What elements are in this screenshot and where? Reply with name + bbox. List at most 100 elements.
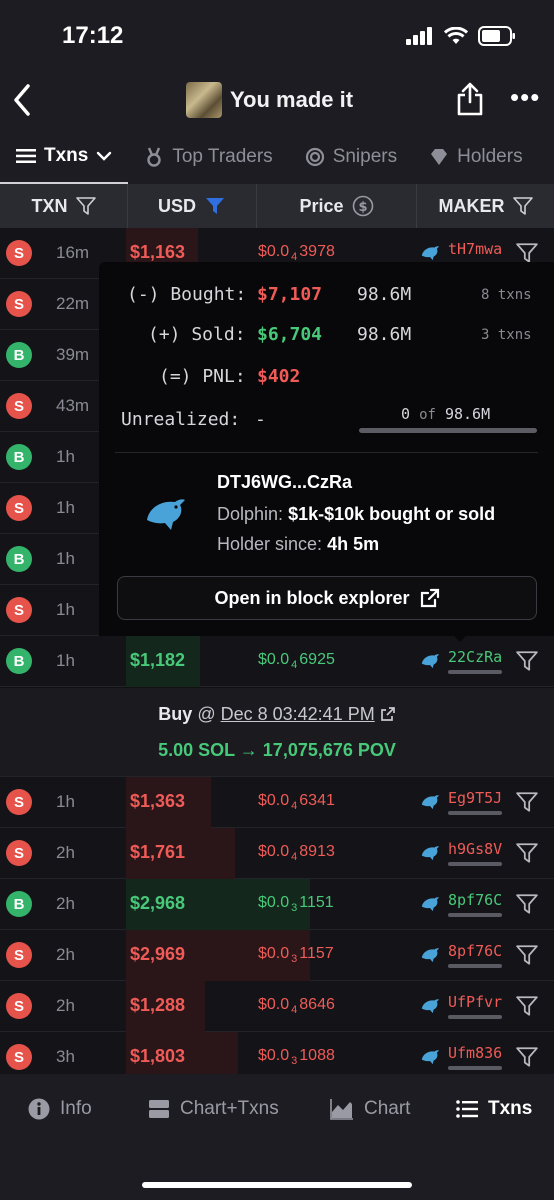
txn-detail-amount: 5.00 SOL → 17,075,676 POV: [158, 740, 396, 760]
share-icon[interactable]: [456, 82, 484, 116]
txn-maker[interactable]: Eg9T5J: [448, 789, 502, 807]
bottom-tab-chart-txns[interactable]: Chart+Txns: [148, 1098, 279, 1120]
txn-maker[interactable]: 8pf76C: [448, 942, 502, 960]
tab-top-traders[interactable]: Top Traders: [128, 130, 288, 184]
col-usd[interactable]: USD: [128, 184, 257, 228]
txn-usd: $1,163: [130, 242, 186, 262]
pop-tier-label: Dolphin:: [217, 504, 284, 524]
txn-usd: $2,969: [130, 944, 186, 964]
txn-row[interactable]: S 2h $1,761 $0.0 4 8913 h9Gs8V: [0, 828, 554, 879]
txn-age: 43m: [56, 396, 90, 415]
dolphin-icon: [421, 654, 440, 669]
maker-balance-bar: [448, 670, 502, 674]
txn-row[interactable]: S 1h $1,363 $0.0 4 6341 Eg9T5J: [0, 777, 554, 828]
filter-active-icon[interactable]: [204, 196, 226, 216]
bottom-tab-chart[interactable]: Chart: [330, 1098, 410, 1120]
price-prefix: $0.0: [258, 996, 290, 1013]
txn-maker[interactable]: tH7mwa: [448, 240, 502, 258]
svg-text:$: $: [358, 200, 367, 215]
price-digits: 1157: [299, 945, 334, 962]
txn-row[interactable]: S 2h $1,288 $0.0 4 8646 UfPfvr: [0, 981, 554, 1032]
dolphin-icon: [421, 948, 440, 963]
maker-popover: (-) Bought: $7,107 98.6M 8 txns (+) Sold…: [99, 262, 554, 636]
price-digits: 6925: [299, 651, 335, 668]
filter-icon[interactable]: [516, 893, 538, 915]
txn-age: 1h: [56, 549, 75, 568]
status-bar: 17:12: [0, 0, 554, 70]
pop-tier: Dolphin: $1k-$10k bought or sold: [217, 504, 495, 525]
txn-detail-line: Buy @ Dec 8 03:42:41 PM: [0, 704, 554, 725]
filter-icon[interactable]: [516, 242, 538, 264]
txn-row[interactable]: B 1h $1,182 $0.0 4 6925 22CzRa: [0, 636, 554, 687]
maker-balance-bar: [448, 964, 502, 968]
txn-list-more: S 1h $1,363 $0.0 4 6341 Eg9T5J S 2h $1,761 $0.0 4 89…: [0, 777, 554, 1083]
txn-usd: $2,968: [130, 893, 186, 913]
txn-maker[interactable]: UfPfvr: [448, 993, 502, 1011]
col-maker-label: MAKER: [438, 195, 505, 216]
filter-icon[interactable]: [516, 650, 538, 672]
more-options-icon[interactable]: •••: [510, 84, 540, 110]
pop-sold-usd: $6,704: [257, 324, 323, 345]
open-block-explorer-button[interactable]: Open in block explorer: [117, 576, 537, 620]
txn-type-badge: S: [6, 1044, 32, 1070]
txn-age: 1h: [56, 447, 75, 466]
info-icon: [28, 1098, 50, 1120]
tab-holders[interactable]: Holders: [413, 130, 538, 184]
txn-price: $0.0 4 8646: [258, 996, 335, 1016]
pop-unrealized-held: 0 of 98.6M: [401, 405, 490, 423]
status-icons: [406, 26, 516, 46]
tab-txns[interactable]: Txns: [0, 130, 129, 184]
price-zero-count: 3: [291, 1055, 298, 1067]
txn-maker[interactable]: 8pf76C: [448, 891, 502, 909]
txn-type-badge: S: [6, 993, 32, 1019]
col-price[interactable]: Price $: [257, 184, 417, 228]
txn-age: 2h: [56, 843, 75, 862]
txn-type-badge: S: [6, 942, 32, 968]
txn-age: 1h: [56, 600, 75, 619]
txn-row[interactable]: S 2h $2,969 $0.0 3 1157 8pf76C: [0, 930, 554, 981]
txn-type-badge: S: [6, 291, 32, 317]
filter-icon[interactable]: [75, 196, 96, 216]
filter-icon[interactable]: [516, 995, 538, 1017]
price-prefix: $0.0: [258, 792, 290, 809]
dolphin-icon: [421, 246, 440, 261]
home-indicator: [142, 1182, 412, 1188]
tab-snipers-label: Snipers: [332, 146, 398, 167]
filter-icon[interactable]: [516, 944, 538, 966]
txn-age: 1h: [56, 498, 75, 517]
pop-pnl-usd: $402: [257, 366, 301, 387]
dollar-circle-icon[interactable]: $: [352, 195, 374, 217]
price-digits: 6341: [299, 792, 335, 809]
txn-row[interactable]: B 2h $2,968 $0.0 3 1151 8pf76C: [0, 879, 554, 930]
txn-type-badge: B: [6, 546, 32, 572]
col-maker[interactable]: MAKER: [417, 184, 554, 228]
external-link-icon[interactable]: [380, 706, 396, 722]
pop-sold-txns: 3 txns: [481, 327, 532, 343]
pop-holder-value: 4h 5m: [327, 534, 380, 554]
pop-unrealized-label: Unrealized:: [121, 409, 241, 430]
txn-price: $0.0 4 6925: [258, 651, 335, 671]
bottom-tab-chart-txns-label: Chart+Txns: [180, 1098, 279, 1119]
price-prefix: $0.0: [258, 945, 290, 962]
txn-age: 2h: [56, 894, 75, 913]
filter-icon[interactable]: [512, 196, 533, 216]
back-chevron-icon[interactable]: [10, 82, 34, 118]
txn-maker[interactable]: h9Gs8V: [448, 840, 502, 858]
txn-maker[interactable]: 22CzRa: [448, 648, 502, 666]
bottom-tab-txns[interactable]: Txns: [456, 1098, 532, 1120]
col-price-label: Price: [299, 195, 344, 216]
price-digits: 1088: [299, 1047, 335, 1064]
tab-snipers[interactable]: Snipers: [289, 130, 413, 184]
txn-type-badge: B: [6, 444, 32, 470]
col-txn[interactable]: TXN: [0, 184, 128, 228]
filter-icon[interactable]: [516, 842, 538, 864]
dolphin-icon: [421, 897, 440, 912]
txn-age: 1h: [56, 651, 75, 670]
bottom-tab-info[interactable]: Info: [28, 1098, 92, 1120]
txn-maker[interactable]: Ufm836: [448, 1044, 502, 1062]
txn-detail-side: Buy: [158, 704, 193, 724]
filter-icon[interactable]: [516, 1046, 538, 1068]
filter-icon[interactable]: [516, 791, 538, 813]
txn-detail-date-link[interactable]: Dec 8 03:42:41 PM: [221, 704, 375, 724]
txn-price: $0.0 3 1157: [258, 945, 334, 965]
